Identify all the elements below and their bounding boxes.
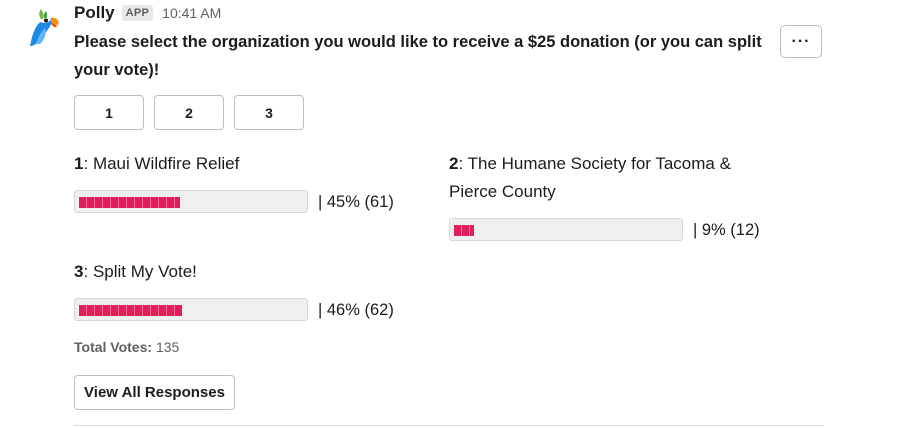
- option-separator: :: [458, 154, 464, 173]
- message-header: Polly APP 10:41 AM: [74, 2, 221, 24]
- vote-button-1[interactable]: 1: [74, 95, 144, 130]
- option-label: 3: Split My Vote!: [74, 258, 414, 286]
- result-stat-3: | 46% (62): [318, 301, 394, 319]
- view-all-responses-button[interactable]: View All Responses: [74, 375, 235, 410]
- app-name[interactable]: Polly: [74, 3, 115, 23]
- result-bar-fill: [79, 197, 180, 208]
- more-horizontal-icon: ···: [791, 32, 811, 50]
- result-stat-1: | 45% (61): [318, 193, 394, 211]
- option-separator: :: [83, 154, 89, 173]
- total-votes-value: 135: [155, 339, 180, 355]
- result-bar-3: [74, 298, 308, 321]
- result-stat-2: | 9% (12): [693, 221, 760, 239]
- vote-button-3[interactable]: 3: [234, 95, 304, 130]
- divider: [74, 425, 824, 426]
- more-actions-button[interactable]: ···: [780, 25, 822, 58]
- polly-avatar[interactable]: [20, 6, 64, 50]
- option-label: 1: Maui Wildfire Relief: [74, 150, 414, 178]
- option-separator: :: [83, 262, 89, 281]
- total-votes: Total Votes: 135: [74, 339, 179, 355]
- result-bar-1: [74, 190, 308, 213]
- vote-button-2[interactable]: 2: [154, 95, 224, 130]
- app-badge: APP: [121, 5, 154, 21]
- option-name: The Humane Society for Tacoma & Pierce C…: [449, 154, 731, 201]
- option-name: Maui Wildfire Relief: [92, 154, 240, 173]
- option-label: 2: The Humane Society for Tacoma & Pierc…: [449, 150, 779, 206]
- option-name: Split My Vote!: [92, 262, 197, 281]
- result-bar-fill: [454, 225, 474, 236]
- total-votes-label: Total Votes:: [74, 339, 153, 355]
- poll-question: Please select the organization you would…: [74, 33, 762, 79]
- polly-parrot-icon: [21, 7, 63, 49]
- result-bar-2: [449, 218, 683, 241]
- result-bar-fill: [79, 305, 182, 316]
- message-timestamp[interactable]: 10:41 AM: [162, 5, 221, 21]
